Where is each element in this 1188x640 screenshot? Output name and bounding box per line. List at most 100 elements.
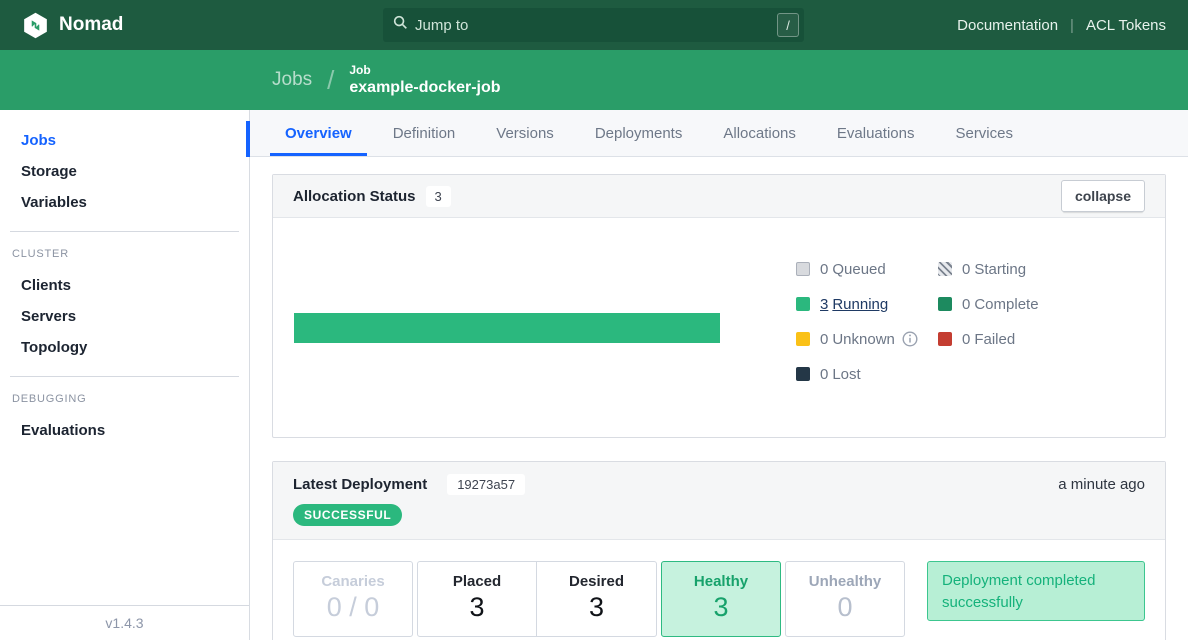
allocation-status-panel: Allocation Status 3 collapse 0 Queued	[272, 174, 1166, 438]
legend-item-lost: 0 Lost	[796, 363, 938, 385]
content-area: Overview Definition Versions Deployments…	[250, 110, 1188, 640]
legend-label: Unknown	[832, 331, 895, 348]
queued-swatch-icon	[796, 262, 810, 276]
nomad-logo-icon	[22, 12, 49, 39]
legend-item-queued: 0 Queued	[796, 258, 938, 280]
sidebar-section-debugging: DEBUGGING	[12, 383, 249, 405]
latest-deployment-header: Latest Deployment 19273a57 a minute ago …	[273, 462, 1165, 540]
legend-label: Failed	[974, 331, 1015, 348]
legend-item-unknown: 0 Unknown	[796, 328, 938, 350]
tab-services[interactable]: Services	[940, 110, 1028, 156]
acl-tokens-link[interactable]: ACL Tokens	[1086, 17, 1166, 34]
sidebar-item-servers[interactable]: Servers	[0, 301, 249, 332]
documentation-link[interactable]: Documentation	[957, 17, 1058, 34]
failed-swatch-icon	[938, 332, 952, 346]
breadcrumb-slash: /	[327, 65, 334, 96]
link-separator: |	[1070, 17, 1074, 34]
legend-count: 0	[962, 331, 970, 348]
deployment-time-ago: a minute ago	[1058, 476, 1145, 493]
metric-value: 3	[418, 593, 536, 623]
legend-count: 0	[820, 366, 828, 383]
metric-value: 0 / 0	[294, 593, 412, 623]
tab-allocations[interactable]: Allocations	[708, 110, 811, 156]
metric-value: 3	[662, 593, 780, 623]
allocation-status-header: Allocation Status 3 collapse	[273, 175, 1165, 218]
legend-count: 0	[820, 261, 828, 278]
tab-evaluations[interactable]: Evaluations	[822, 110, 930, 156]
metric-label: Canaries	[294, 573, 412, 590]
sidebar-item-variables[interactable]: Variables	[0, 187, 249, 218]
running-swatch-icon	[796, 297, 810, 311]
latest-deployment-panel: Latest Deployment 19273a57 a minute ago …	[272, 461, 1166, 640]
starting-swatch-icon	[938, 262, 952, 276]
search-input[interactable]	[415, 17, 777, 34]
legend-count: 0	[820, 331, 828, 348]
job-tabs: Overview Definition Versions Deployments…	[250, 110, 1188, 157]
metric-value: 3	[537, 593, 656, 623]
sidebar-item-evaluations[interactable]: Evaluations	[0, 415, 249, 446]
sidebar: Jobs Storage Variables CLUSTER Clients S…	[0, 110, 250, 640]
tab-deployments[interactable]: Deployments	[580, 110, 698, 156]
metric-placed: Placed 3	[417, 561, 537, 637]
top-navbar: Nomad / Documentation | ACL Tokens	[0, 0, 1188, 50]
breadcrumb-job-name: example-docker-job	[349, 78, 500, 97]
complete-swatch-icon	[938, 297, 952, 311]
latest-deployment-title: Latest Deployment	[293, 476, 427, 493]
breadcrumb-current: Job example-docker-job	[349, 63, 500, 97]
legend-item-failed: 0 Failed	[938, 328, 1039, 350]
sidebar-divider	[10, 376, 239, 377]
sidebar-item-storage[interactable]: Storage	[0, 156, 249, 187]
legend-count: 0	[962, 261, 970, 278]
sidebar-section-cluster: CLUSTER	[12, 238, 249, 260]
metric-unhealthy: Unhealthy 0	[785, 561, 905, 637]
sidebar-item-jobs[interactable]: Jobs	[0, 125, 249, 156]
breadcrumb-jobs-link[interactable]: Jobs	[272, 69, 312, 91]
legend-label: Lost	[832, 366, 860, 383]
allocation-status-title: Allocation Status	[293, 188, 416, 205]
sidebar-item-clients[interactable]: Clients	[0, 270, 249, 301]
info-icon[interactable]	[902, 331, 918, 347]
legend-item-running: 3 Running	[796, 293, 938, 315]
breadcrumb: Jobs / Job example-docker-job	[0, 50, 1188, 110]
running-allocations-link[interactable]: 3 Running	[820, 296, 888, 313]
sidebar-divider	[10, 231, 239, 232]
legend-label: Running	[832, 296, 888, 313]
sidebar-item-topology[interactable]: Topology	[0, 332, 249, 363]
brand-label: Nomad	[59, 14, 123, 36]
metric-desired: Desired 3	[537, 561, 657, 637]
search-icon	[393, 15, 408, 35]
slash-shortcut-badge: /	[777, 13, 799, 37]
allocation-chart-body: 0 Queued 0 Starting	[273, 218, 1165, 437]
legend-count: 3	[820, 296, 828, 313]
metric-value: 0	[786, 593, 904, 623]
latest-deployment-body: Canaries 0 / 0 Placed 3 Desired 3	[273, 540, 1165, 640]
legend-label: Complete	[974, 296, 1038, 313]
deployment-status-badge: SUCCESSFUL	[293, 504, 402, 526]
navbar-links: Documentation | ACL Tokens	[957, 0, 1166, 50]
metric-label: Desired	[537, 573, 656, 590]
tab-versions[interactable]: Versions	[481, 110, 569, 156]
legend-label: Starting	[974, 261, 1026, 278]
metric-healthy: Healthy 3	[661, 561, 781, 637]
version-label: v1.4.3	[0, 605, 249, 640]
legend-label: Queued	[832, 261, 885, 278]
placed-desired-group: Placed 3 Desired 3	[417, 561, 657, 637]
metric-label: Placed	[418, 573, 536, 590]
legend-item-complete: 0 Complete	[938, 293, 1039, 315]
lost-swatch-icon	[796, 367, 810, 381]
tab-definition[interactable]: Definition	[378, 110, 471, 156]
tab-overview[interactable]: Overview	[270, 110, 367, 156]
collapse-button[interactable]: collapse	[1061, 180, 1145, 212]
deployment-id-badge: 19273a57	[447, 474, 525, 495]
metric-canaries: Canaries 0 / 0	[293, 561, 413, 637]
allocation-count-badge: 3	[426, 186, 451, 207]
nomad-home-link[interactable]: Nomad	[22, 12, 123, 39]
breadcrumb-entity-type: Job	[349, 63, 500, 77]
legend-item-starting: 0 Starting	[938, 258, 1039, 280]
metric-label: Unhealthy	[786, 573, 904, 590]
jump-to-search[interactable]: /	[383, 8, 804, 42]
allocation-legend: 0 Queued 0 Starting	[796, 258, 1039, 385]
deployment-message: Deployment completed successfully	[927, 561, 1145, 621]
allocation-bar-running[interactable]	[294, 313, 720, 343]
legend-count: 0	[962, 296, 970, 313]
